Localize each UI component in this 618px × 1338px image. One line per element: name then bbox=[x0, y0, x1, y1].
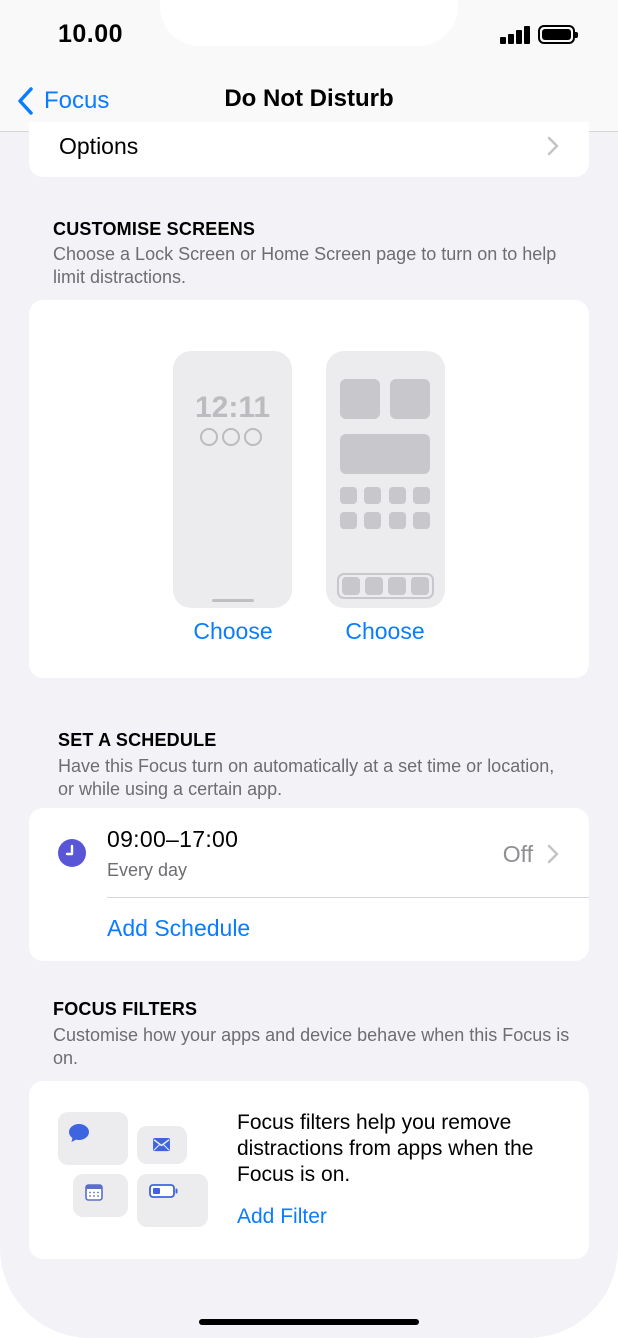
focus-filters-header: FOCUS FILTERS bbox=[53, 999, 198, 1019]
notch bbox=[160, 0, 458, 46]
message-bubble-icon bbox=[69, 1124, 89, 1142]
customise-screens-card: 12:11 Choose Choose bbox=[29, 300, 589, 678]
page-title: Do Not Disturb bbox=[224, 85, 394, 112]
home-indicator[interactable] bbox=[199, 1319, 419, 1325]
filter-illustration-tile bbox=[137, 1174, 208, 1227]
widget-placeholder bbox=[390, 379, 430, 419]
choose-home-screen-button[interactable]: Choose bbox=[315, 618, 455, 645]
schedule-card: 09:00–17:00 Every day Off Add Schedule bbox=[29, 808, 589, 961]
home-screen-preview[interactable] bbox=[326, 351, 445, 608]
add-filter-button[interactable]: Add Filter bbox=[237, 1205, 327, 1229]
lock-preview-home-bar bbox=[212, 599, 254, 602]
schedule-row[interactable]: 09:00–17:00 Every day Off bbox=[29, 808, 589, 897]
add-schedule-button[interactable]: Add Schedule bbox=[107, 915, 250, 942]
filter-illustration-tile bbox=[58, 1112, 128, 1165]
signal-icon bbox=[500, 26, 532, 44]
set-schedule-header: SET A SCHEDULE bbox=[58, 730, 217, 750]
widget-placeholder bbox=[340, 434, 430, 474]
mail-icon bbox=[153, 1137, 170, 1152]
customise-screens-header: CUSTOMISE SCREENS bbox=[53, 219, 256, 239]
lock-preview-time: 12:11 bbox=[194, 391, 271, 424]
lock-screen-preview[interactable]: 12:11 bbox=[173, 351, 292, 608]
navigation-bar-area: 10.00 Focus Do Not Disturb bbox=[0, 0, 618, 132]
calendar-icon bbox=[85, 1184, 103, 1201]
lock-preview-widgets bbox=[200, 428, 262, 446]
schedule-time-range: 09:00–17:00 bbox=[107, 826, 239, 852]
choose-lock-screen-button[interactable]: Choose bbox=[163, 618, 303, 645]
battery-icon bbox=[149, 1184, 178, 1198]
focus-filters-description: Customise how your apps and device behav… bbox=[53, 1025, 570, 1068]
phone-screen: 10.00 Focus Do Not Disturb Options CUSTO… bbox=[0, 0, 618, 1338]
chevron-right-icon bbox=[547, 136, 559, 156]
dock-placeholder bbox=[337, 573, 434, 599]
clock-icon bbox=[58, 839, 86, 867]
schedule-recurrence: Every day bbox=[107, 860, 188, 880]
battery-icon bbox=[538, 25, 578, 44]
status-time: 10.00 bbox=[58, 20, 124, 48]
focus-filters-info-text: Focus filters help you remove distractio… bbox=[237, 1111, 534, 1186]
customise-screens-description: Choose a Lock Screen or Home Screen page… bbox=[53, 244, 557, 287]
schedule-state: Off bbox=[502, 841, 533, 867]
filter-illustration-tile bbox=[73, 1174, 128, 1217]
options-row[interactable]: Options bbox=[29, 122, 589, 177]
options-label: Options bbox=[59, 133, 139, 159]
filter-illustration-tile bbox=[137, 1126, 187, 1164]
divider bbox=[107, 897, 589, 898]
widget-placeholder bbox=[340, 379, 380, 419]
focus-filters-card: Focus filters help you remove distractio… bbox=[29, 1081, 589, 1259]
set-schedule-description: Have this Focus turn on automatically at… bbox=[58, 756, 555, 799]
chevron-right-icon bbox=[547, 844, 559, 864]
